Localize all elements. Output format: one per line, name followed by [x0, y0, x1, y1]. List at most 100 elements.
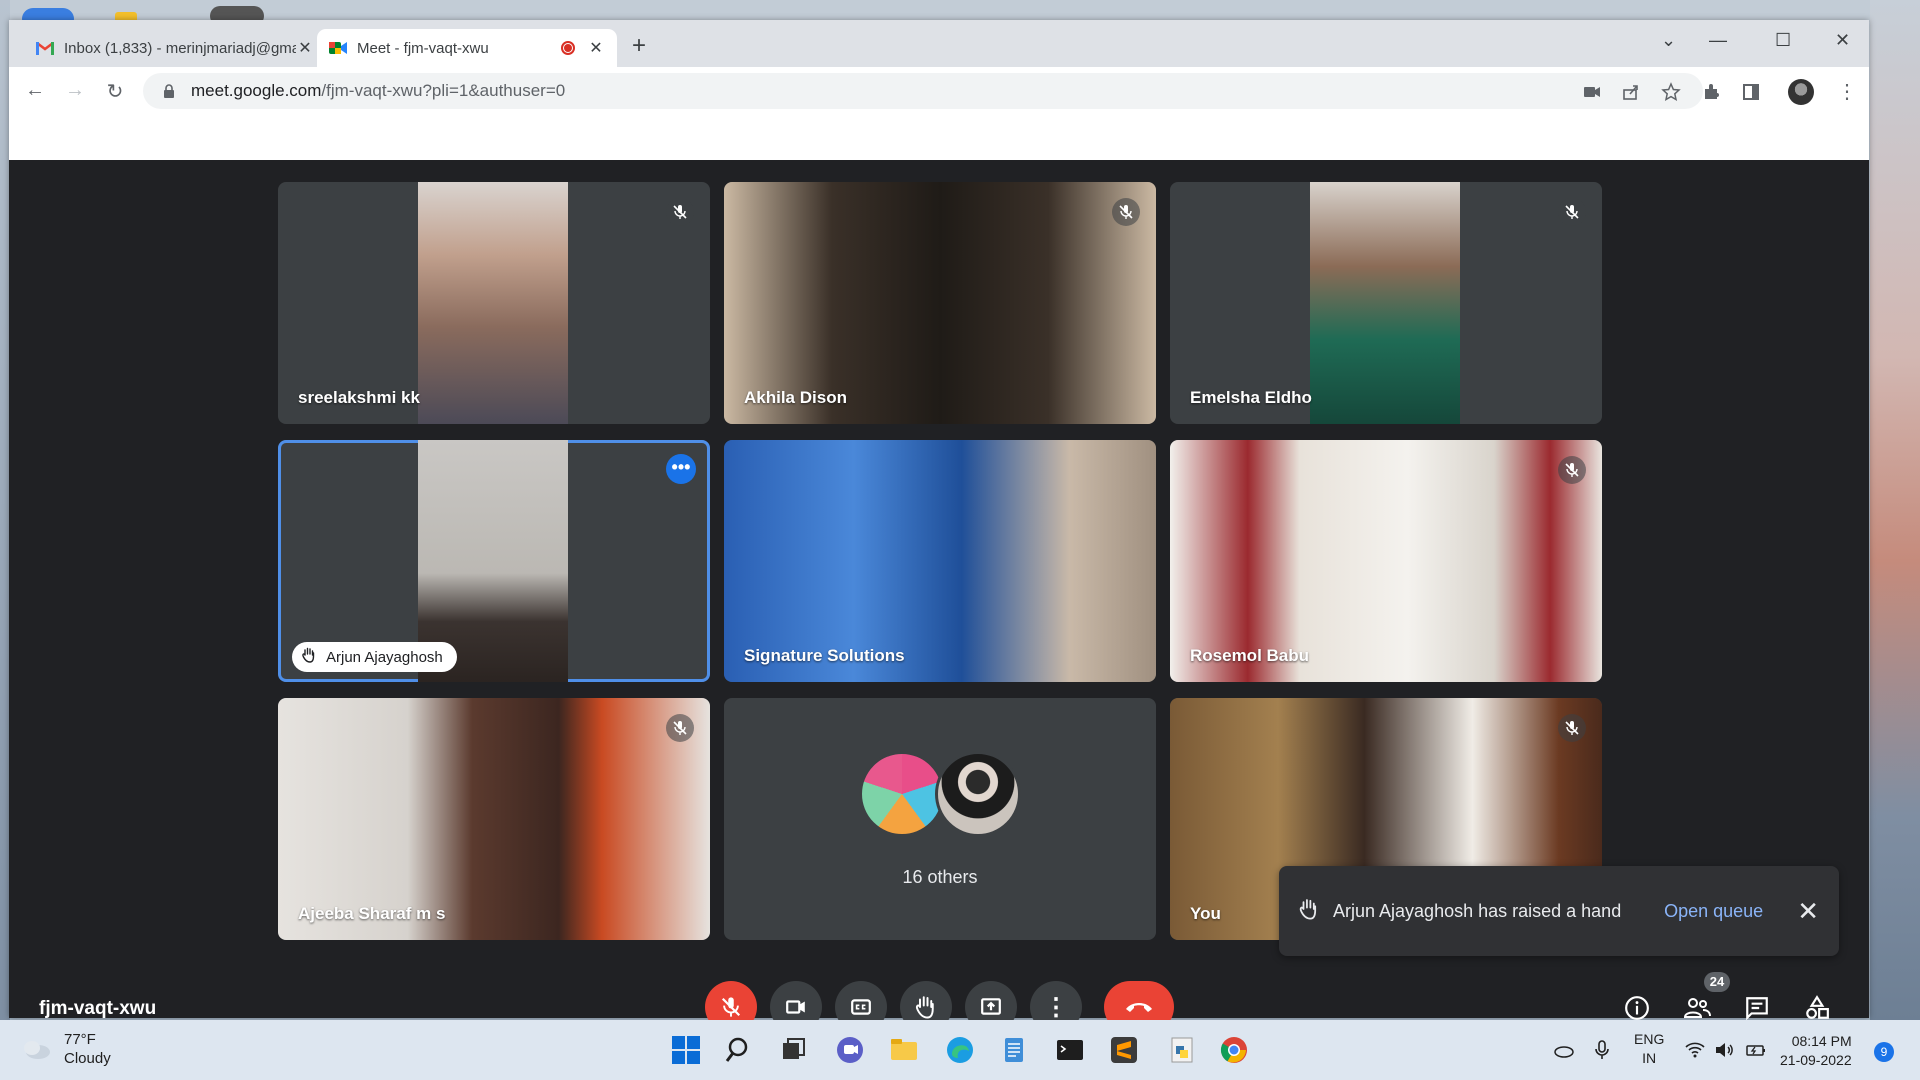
participant-avatar: [859, 750, 945, 837]
minimize-icon[interactable]: —: [1709, 30, 1727, 51]
onedrive-icon[interactable]: [1552, 1038, 1576, 1062]
participant-tile[interactable]: Emelsha Eldho: [1170, 182, 1602, 424]
tab-meet[interactable]: Meet - fjm-vaqt-xwu ✕: [317, 29, 617, 67]
end-call-icon: [1126, 1003, 1152, 1012]
microphone-icon[interactable]: [1590, 1038, 1614, 1062]
meeting-code: fjm-vaqt-xwu: [39, 998, 157, 1019]
recording-icon: [561, 41, 575, 55]
sublime-text-icon[interactable]: [1108, 1034, 1140, 1066]
maximize-icon[interactable]: ☐: [1775, 30, 1791, 51]
info-icon: [1625, 996, 1649, 1020]
gmail-icon: [36, 42, 54, 55]
raised-hand-toast: Arjun Ajayaghosh has raised a hand Open …: [1279, 866, 1839, 956]
extensions-icon[interactable]: [1701, 82, 1721, 102]
hand-icon: [302, 647, 316, 667]
notepad-icon[interactable]: [998, 1034, 1030, 1066]
url-host: meet.google.com: [191, 81, 322, 100]
weather-desc: Cloudy: [64, 1050, 111, 1067]
tab-title: Inbox (1,833) - merinjmariadj@gmail.com: [64, 39, 296, 57]
participant-avatar: [935, 750, 1021, 837]
participant-name: Akhila Dison: [744, 388, 847, 407]
reload-icon[interactable]: ↻: [103, 79, 127, 104]
close-icon[interactable]: ✕: [1797, 896, 1819, 927]
participant-name: sreelakshmi kk: [298, 388, 420, 407]
cloud-icon: [24, 1041, 50, 1059]
url-path: /fjm-vaqt-xwu?pli=1&authuser=0: [321, 81, 566, 100]
file-explorer-icon[interactable]: [888, 1034, 920, 1066]
language-indicator[interactable]: ENG IN: [1634, 1030, 1664, 1068]
others-count-label: 16 others: [902, 866, 978, 887]
participant-name: Emelsha Eldho: [1190, 388, 1312, 407]
mic-off-icon: [1558, 456, 1586, 484]
meet-stage: sreelakshmi kk Akhila Dison Emelsha Eldh…: [9, 160, 1869, 1018]
others-tile[interactable]: 16 others: [724, 698, 1156, 940]
lock-icon: [164, 84, 174, 98]
open-queue-link[interactable]: Open queue: [1664, 901, 1763, 922]
participant-count-badge: 24: [1704, 972, 1730, 992]
camera-icon: [786, 1000, 805, 1014]
chat-icon: [1746, 997, 1768, 1021]
windows-start-icon[interactable]: [670, 1034, 702, 1066]
participant-tile[interactable]: Ajeeba Sharaf m s: [278, 698, 710, 940]
edge-icon[interactable]: [944, 1034, 976, 1066]
clock-time: 08:14 PM: [1791, 1033, 1852, 1049]
forward-icon[interactable]: →: [63, 79, 87, 102]
mic-off-icon: [666, 198, 694, 226]
page-header-band: [9, 116, 1869, 160]
region-code: IN: [1642, 1050, 1657, 1066]
video-feed: [1310, 182, 1460, 424]
tab-bar: Inbox (1,833) - merinjmariadj@gmail.com …: [9, 20, 1869, 67]
battery-icon[interactable]: [1744, 1038, 1768, 1062]
clock-date: 21-09-2022: [1780, 1052, 1852, 1068]
wifi-icon[interactable]: [1683, 1038, 1707, 1062]
new-tab-button[interactable]: +: [632, 32, 646, 60]
people-icon: [1683, 998, 1711, 1018]
video-feed: [418, 182, 568, 424]
share-icon[interactable]: [1621, 82, 1641, 102]
participant-tile[interactable]: Akhila Dison: [724, 182, 1156, 424]
weather-temp: 77°F: [64, 1031, 96, 1048]
hand-icon: [1299, 898, 1319, 925]
tab-close-icon[interactable]: ✕: [296, 38, 314, 58]
others-avatars: [859, 750, 1021, 837]
participant-name: Ajeeba Sharaf m s: [298, 904, 446, 923]
tab-close-icon[interactable]: ✕: [587, 38, 605, 58]
teams-chat-icon[interactable]: [834, 1034, 866, 1066]
mic-off-icon: [1558, 714, 1586, 742]
more-options-icon[interactable]: •••: [666, 454, 696, 484]
hand-icon: [915, 996, 934, 1019]
volume-icon[interactable]: [1713, 1038, 1737, 1062]
tab-search-icon[interactable]: ⌄: [1661, 30, 1676, 51]
back-icon[interactable]: ←: [23, 79, 47, 102]
python-file-icon[interactable]: [1166, 1034, 1198, 1066]
desktop-wallpaper-right: [1870, 0, 1920, 1020]
weather-widget[interactable]: 77°F Cloudy: [20, 1030, 111, 1068]
browser-toolbar: ← → ↻ meet.google.com/fjm-vaqt-xwu?pli=1…: [9, 67, 1869, 116]
mic-off-icon: [666, 714, 694, 742]
task-view-icon[interactable]: [778, 1034, 810, 1066]
profile-avatar[interactable]: [1788, 79, 1814, 105]
browser-window: Inbox (1,833) - merinjmariadj@gmail.com …: [9, 20, 1869, 1033]
close-window-icon[interactable]: ✕: [1835, 30, 1850, 51]
browser-menu-icon[interactable]: ⋮: [1835, 79, 1859, 104]
toast-message: Arjun Ajayaghosh has raised a hand: [1333, 900, 1622, 921]
tab-gmail[interactable]: Inbox (1,833) - merinjmariadj@gmail.com …: [24, 29, 326, 67]
side-panel-icon[interactable]: [1741, 82, 1761, 102]
more-vert-icon: ⋮: [1044, 993, 1068, 1021]
participant-name: Rosemol Babu: [1190, 646, 1310, 665]
bookmark-star-icon[interactable]: [1661, 82, 1681, 102]
chrome-icon[interactable]: [1218, 1034, 1250, 1066]
participant-tile[interactable]: Signature Solutions: [724, 440, 1156, 682]
camera-in-use-icon[interactable]: [1582, 82, 1602, 102]
mic-off-icon: [721, 997, 741, 1017]
participant-tile[interactable]: sreelakshmi kk: [278, 182, 710, 424]
terminal-icon[interactable]: [1054, 1034, 1086, 1066]
address-bar[interactable]: meet.google.com/fjm-vaqt-xwu?pli=1&authu…: [143, 73, 1703, 109]
search-icon[interactable]: [724, 1034, 756, 1066]
notification-count-badge[interactable]: 9: [1874, 1042, 1894, 1062]
participant-name: Signature Solutions: [744, 646, 905, 665]
system-clock[interactable]: 08:14 PM 21-09-2022: [1780, 1032, 1852, 1070]
participant-tile-selected[interactable]: ••• Arjun Ajayaghosh: [278, 440, 710, 682]
present-icon: [981, 998, 1001, 1015]
participant-tile[interactable]: Rosemol Babu: [1170, 440, 1602, 682]
